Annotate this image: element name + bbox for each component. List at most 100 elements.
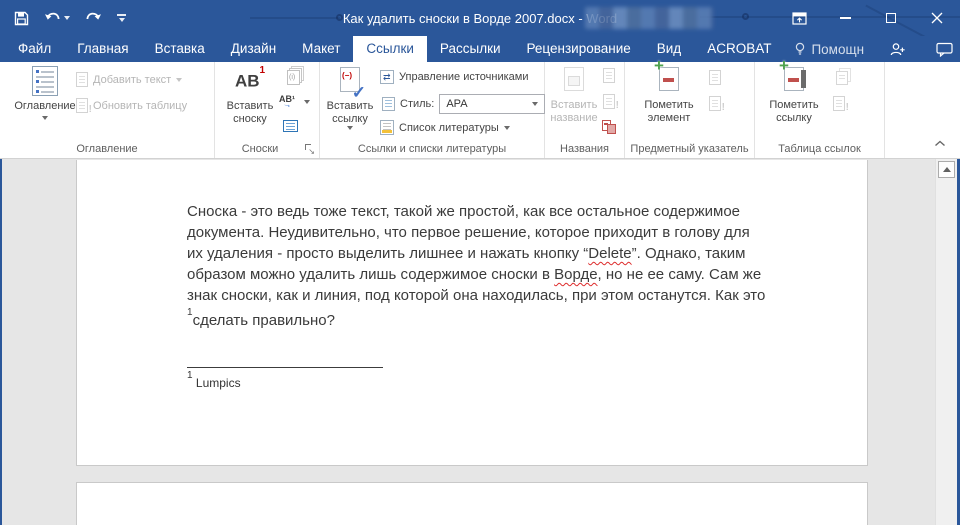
spellcheck-word: Ворде: [554, 266, 597, 283]
next-footnote-button[interactable]: [279, 94, 310, 110]
tab-insert[interactable]: Вставка: [142, 36, 218, 62]
update-table-button[interactable]: Обновить таблицу: [76, 98, 187, 113]
circuit-decoration: [250, 17, 340, 19]
tab-references[interactable]: Ссылки: [353, 36, 427, 62]
next-footnote-icon: [279, 94, 299, 110]
manage-sources-button[interactable]: Управление источниками: [380, 70, 528, 84]
document-page-2[interactable]: [76, 482, 868, 525]
insert-table-of-authorities-button[interactable]: [833, 68, 848, 85]
cross-reference-button[interactable]: [602, 120, 611, 131]
insert-footnote-icon: AB1: [235, 68, 265, 92]
insert-index-button[interactable]: [709, 70, 721, 85]
add-text-caret-icon: [176, 78, 182, 82]
tab-review[interactable]: Рецензирование: [514, 36, 644, 62]
tell-me-assistant[interactable]: Помощн: [784, 36, 874, 62]
undo-button[interactable]: [44, 11, 70, 25]
insert-footnote-button[interactable]: AB1 Вставить сноску: [220, 68, 280, 126]
text-line: Сноска - это ведь тоже текст, такой же п…: [187, 201, 765, 222]
update-table-of-authorities-button[interactable]: [833, 96, 845, 111]
group-label-index: Предметный указатель: [625, 143, 754, 155]
manage-sources-label: Управление источниками: [399, 71, 528, 83]
customize-qat-button[interactable]: [117, 14, 126, 22]
scroll-up-button[interactable]: [938, 161, 955, 178]
add-text-button[interactable]: Добавить текст: [76, 72, 182, 87]
insert-citation-label: Вставить ссылку: [322, 100, 378, 126]
ribbon-display-options-button[interactable]: [776, 0, 822, 36]
tab-home[interactable]: Главная: [64, 36, 141, 62]
show-notes-button[interactable]: [283, 120, 298, 132]
group-footnotes: AB1 Вставить сноску Сноски: [215, 62, 320, 158]
window-controls: [776, 0, 960, 36]
mark-citation-button[interactable]: + Пометить ссылку: [763, 67, 825, 125]
insert-table-of-authorities-icon: [836, 71, 848, 85]
circuit-node: [336, 14, 343, 21]
toc-dropdown-caret-icon: [42, 116, 48, 120]
style-label: Стиль:: [400, 98, 434, 110]
tab-layout[interactable]: Макет: [289, 36, 353, 62]
spellcheck-word: Delete: [588, 245, 631, 262]
cross-reference-icon: [602, 120, 611, 131]
tab-acrobat[interactable]: ACROBAT: [694, 36, 784, 62]
insert-endnote-icon: [287, 70, 300, 85]
mark-citation-label: Пометить ссылку: [763, 99, 825, 125]
tab-view[interactable]: Вид: [644, 36, 694, 62]
insert-citation-button[interactable]: Вставить ссылку: [322, 67, 378, 130]
save-icon: [14, 11, 29, 26]
style-select-caret-icon: [532, 102, 538, 106]
ribbon-references: Оглавление Добавить текст Обновить табли…: [0, 62, 960, 159]
collapse-ribbon-button[interactable]: [934, 138, 946, 150]
undo-dropdown-caret-icon[interactable]: [64, 16, 70, 20]
mark-entry-button[interactable]: + Пометить элемент: [637, 67, 701, 125]
document-paragraph[interactable]: Сноска - это ведь тоже текст, такой же п…: [187, 201, 765, 331]
share-person-icon[interactable]: [889, 42, 906, 57]
vertical-scrollbar[interactable]: [935, 159, 957, 525]
redo-button[interactable]: [85, 11, 102, 25]
style-select[interactable]: APA: [439, 94, 545, 114]
scroll-up-arrow-icon: [943, 167, 951, 172]
tab-design[interactable]: Дизайн: [218, 36, 289, 62]
style-row: Стиль: APA: [380, 94, 545, 114]
mark-entry-label: Пометить элемент: [637, 99, 701, 125]
table-of-contents-button[interactable]: Оглавление: [14, 66, 76, 120]
bibliography-button[interactable]: Список литературы: [380, 120, 510, 135]
footnote-text[interactable]: 1 Lumpics: [187, 374, 241, 390]
group-index: + Пометить элемент Предметный указатель: [625, 62, 755, 158]
text-line: образом можно удалить лишь содержимое сн…: [187, 264, 765, 285]
save-button[interactable]: [14, 11, 29, 26]
tab-mailings[interactable]: Рассылки: [427, 36, 514, 62]
tab-file[interactable]: Файл: [5, 36, 64, 62]
footnote-separator-line: [187, 367, 383, 368]
text-line: их удаления - просто выделить лишнее и н…: [187, 243, 765, 264]
insert-caption-button[interactable]: Вставить название: [547, 67, 601, 125]
minimize-button[interactable]: [822, 0, 868, 36]
document-page-1[interactable]: Сноска - это ведь тоже текст, такой же п…: [76, 160, 868, 466]
title-bar: Как удалить сноски в Ворде 2007.docx - W…: [0, 0, 960, 36]
group-table-of-authorities: + Пометить ссылку Таблица ссылок: [755, 62, 885, 158]
insert-endnote-button[interactable]: [283, 66, 300, 85]
close-button[interactable]: [914, 0, 960, 36]
undo-icon: [44, 11, 61, 25]
add-text-icon: [76, 72, 88, 87]
insert-table-of-figures-button[interactable]: [603, 68, 615, 83]
group-label-citations: Ссылки и списки литературы: [320, 143, 544, 155]
account-name-redacted: [585, 7, 713, 29]
close-icon: [931, 12, 943, 24]
update-table-label: Обновить таблицу: [93, 100, 187, 112]
tabrow-right-icons: [889, 36, 960, 62]
mark-citation-icon: +: [784, 67, 804, 91]
footnote-content: Lumpics: [196, 376, 241, 390]
update-table-icon: [76, 98, 88, 113]
insert-citation-caret-icon: [347, 126, 353, 130]
group-label-toc: Оглавление: [0, 143, 214, 155]
table-of-contents-icon: [32, 66, 58, 96]
comments-icon[interactable]: [936, 42, 954, 57]
redo-icon: [85, 11, 102, 25]
maximize-button[interactable]: [868, 0, 914, 36]
group-captions: Вставить название Названия: [545, 62, 625, 158]
group-label-authorities: Таблица ссылок: [755, 143, 884, 155]
document-area: Сноска - это ведь тоже текст, такой же п…: [0, 159, 960, 525]
update-index-button[interactable]: [709, 96, 721, 111]
window-border-left: [0, 159, 2, 525]
update-table-of-figures-button[interactable]: [603, 94, 615, 109]
footnote-number: 1: [187, 370, 193, 381]
